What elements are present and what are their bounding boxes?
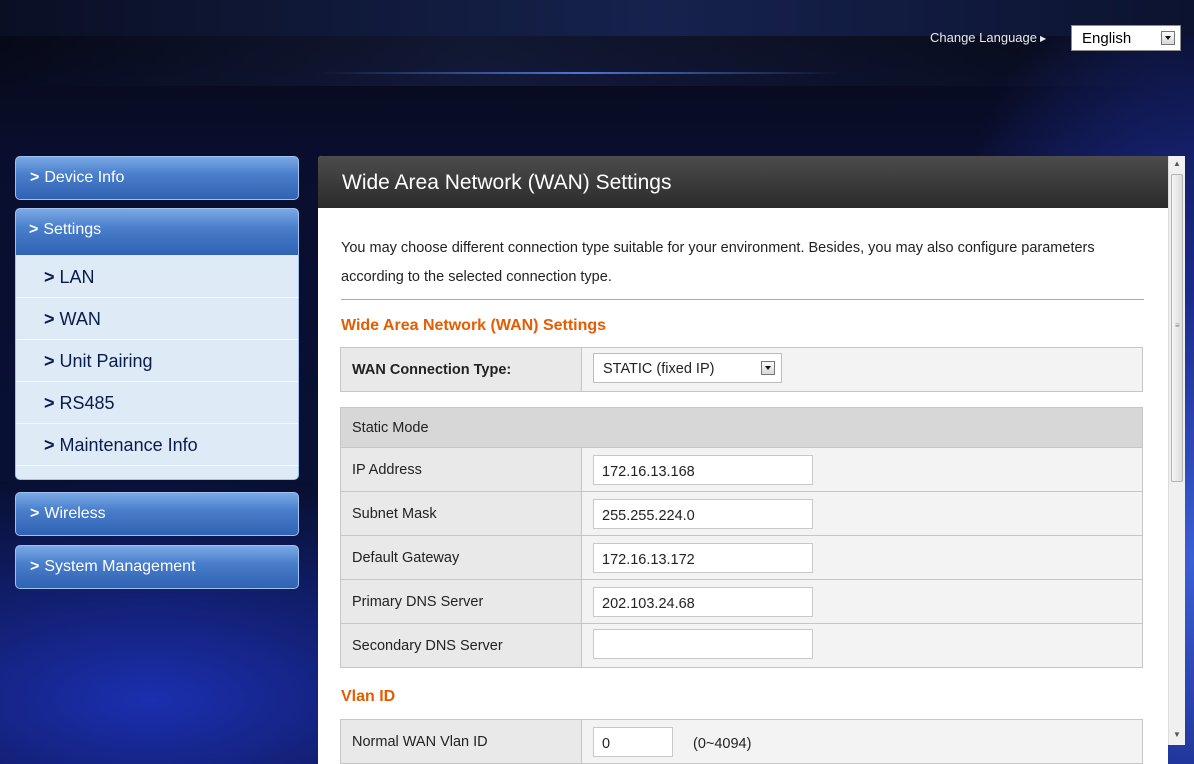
connection-type-select[interactable]: STATIC (fixed IP) <box>593 352 782 383</box>
subnet-mask-label: Subnet Mask <box>340 491 582 536</box>
panel-header: Wide Area Network (WAN) Settings <box>318 156 1168 208</box>
connection-type-value: STATIC (fixed IP) <box>603 360 715 377</box>
ip-address-input[interactable]: 172.16.13.168 <box>593 454 813 485</box>
sidebar-item-label: System Management <box>44 558 196 575</box>
sidebar-item-label: Wireless <box>44 505 106 522</box>
default-gateway-label: Default Gateway <box>340 535 582 580</box>
main-panel: Wide Area Network (WAN) Settings You may… <box>318 156 1168 764</box>
sidebar-item-system-management[interactable]: > System Management <box>15 545 299 589</box>
language-select-value: English <box>1082 30 1132 47</box>
scroll-down-icon[interactable]: ▼ <box>1173 730 1181 739</box>
chevron-right-icon: > <box>30 558 40 575</box>
banner-glow <box>320 72 840 74</box>
sidebar-subitem-lan[interactable]: > LAN <box>16 256 298 298</box>
sidebar-subitem-label: LAN <box>59 267 95 287</box>
language-select[interactable]: English <box>1071 25 1181 51</box>
section-title: Wide Area Network (WAN) Settings <box>341 317 607 334</box>
settings-menu-group: > Settings > LAN > WAN > Unit Pairing > RS485… <box>15 208 299 480</box>
vlan-id-label: Normal WAN Vlan ID <box>340 719 582 764</box>
connection-type-label: WAN Connection Type: <box>340 347 582 392</box>
sidebar-item-device-info[interactable]: > Device Info <box>15 156 299 200</box>
grip-icon: ≡ <box>1175 321 1180 330</box>
sidebar-subitem-rs485[interactable]: > RS485 <box>16 382 298 424</box>
sidebar-item-label: Device Info <box>44 169 125 186</box>
sidebar-subitem-label: Unit Pairing <box>59 351 153 371</box>
chevron-right-icon: > <box>30 505 40 522</box>
change-language-label: Change Language ▶ <box>930 30 1047 45</box>
table-row: Secondary DNS Server <box>340 623 1143 668</box>
arrow-right-icon: ▶ <box>1040 34 1047 43</box>
table-row: Default Gateway 172.16.13.172 <box>340 535 1143 580</box>
sidebar-item-label: Settings <box>43 221 102 238</box>
ip-address-label: IP Address <box>340 447 582 492</box>
static-mode-header: Static Mode <box>340 407 1143 448</box>
scroll-up-icon[interactable]: ▲ <box>1173 159 1181 168</box>
chevron-right-icon: > <box>44 351 55 371</box>
sidebar-subitem-label: Maintenance Info <box>59 435 198 455</box>
chevron-right-icon: > <box>29 221 39 238</box>
static-mode-table: Static Mode IP Address 172.16.13.168 Sub… <box>340 407 1143 668</box>
chevron-right-icon: > <box>44 393 55 413</box>
secondary-dns-input[interactable] <box>593 628 813 659</box>
chevron-down-icon[interactable] <box>1161 31 1175 45</box>
chevron-down-icon[interactable] <box>761 360 775 375</box>
chevron-right-icon: > <box>44 267 55 287</box>
chevron-right-icon: > <box>44 309 55 329</box>
default-gateway-input[interactable]: 172.16.13.172 <box>593 542 813 573</box>
table-row: Normal WAN Vlan ID 0 (0~4094) <box>340 719 1143 764</box>
sidebar-subitem-wan[interactable]: > WAN <box>16 298 298 340</box>
sidebar-item-settings[interactable]: > Settings <box>16 209 298 255</box>
sidebar-subitem-maintenance-info[interactable]: > Maintenance Info <box>16 424 298 466</box>
vlan-id-input[interactable]: 0 <box>593 726 673 757</box>
intro-text: You may choose different connection type… <box>341 240 1095 285</box>
chevron-right-icon: > <box>44 435 55 455</box>
vlan-section-title: Vlan ID <box>341 688 396 705</box>
table-row: Subnet Mask 255.255.224.0 <box>340 491 1143 536</box>
primary-dns-label: Primary DNS Server <box>340 579 582 624</box>
sidebar-subitem-label: WAN <box>59 309 101 329</box>
secondary-dns-label: Secondary DNS Server <box>340 623 582 668</box>
table-row: Primary DNS Server 202.103.24.68 <box>340 579 1143 624</box>
connection-type-cell: STATIC (fixed IP) <box>581 347 1143 392</box>
page-title: Wide Area Network (WAN) Settings <box>342 171 672 194</box>
scrollbar-thumb[interactable]: ≡ <box>1171 174 1183 482</box>
divider <box>341 299 1144 300</box>
table-row: IP Address 172.16.13.168 <box>340 447 1143 492</box>
sidebar-subitem-unit-pairing[interactable]: > Unit Pairing <box>16 340 298 382</box>
primary-dns-input[interactable]: 202.103.24.68 <box>593 586 813 617</box>
vlan-table: Normal WAN Vlan ID 0 (0~4094) <box>340 719 1143 764</box>
subnet-mask-input[interactable]: 255.255.224.0 <box>593 498 813 529</box>
connection-type-table: WAN Connection Type: STATIC (fixed IP) <box>340 347 1143 392</box>
vlan-range-hint: (0~4094) <box>693 735 752 752</box>
sidebar-item-wireless[interactable]: > Wireless <box>15 492 299 536</box>
page-scrollbar[interactable]: ▲ ≡ ▼ <box>1168 156 1185 745</box>
sidebar-subitem-label: RS485 <box>59 393 115 413</box>
chevron-right-icon: > <box>30 169 40 186</box>
